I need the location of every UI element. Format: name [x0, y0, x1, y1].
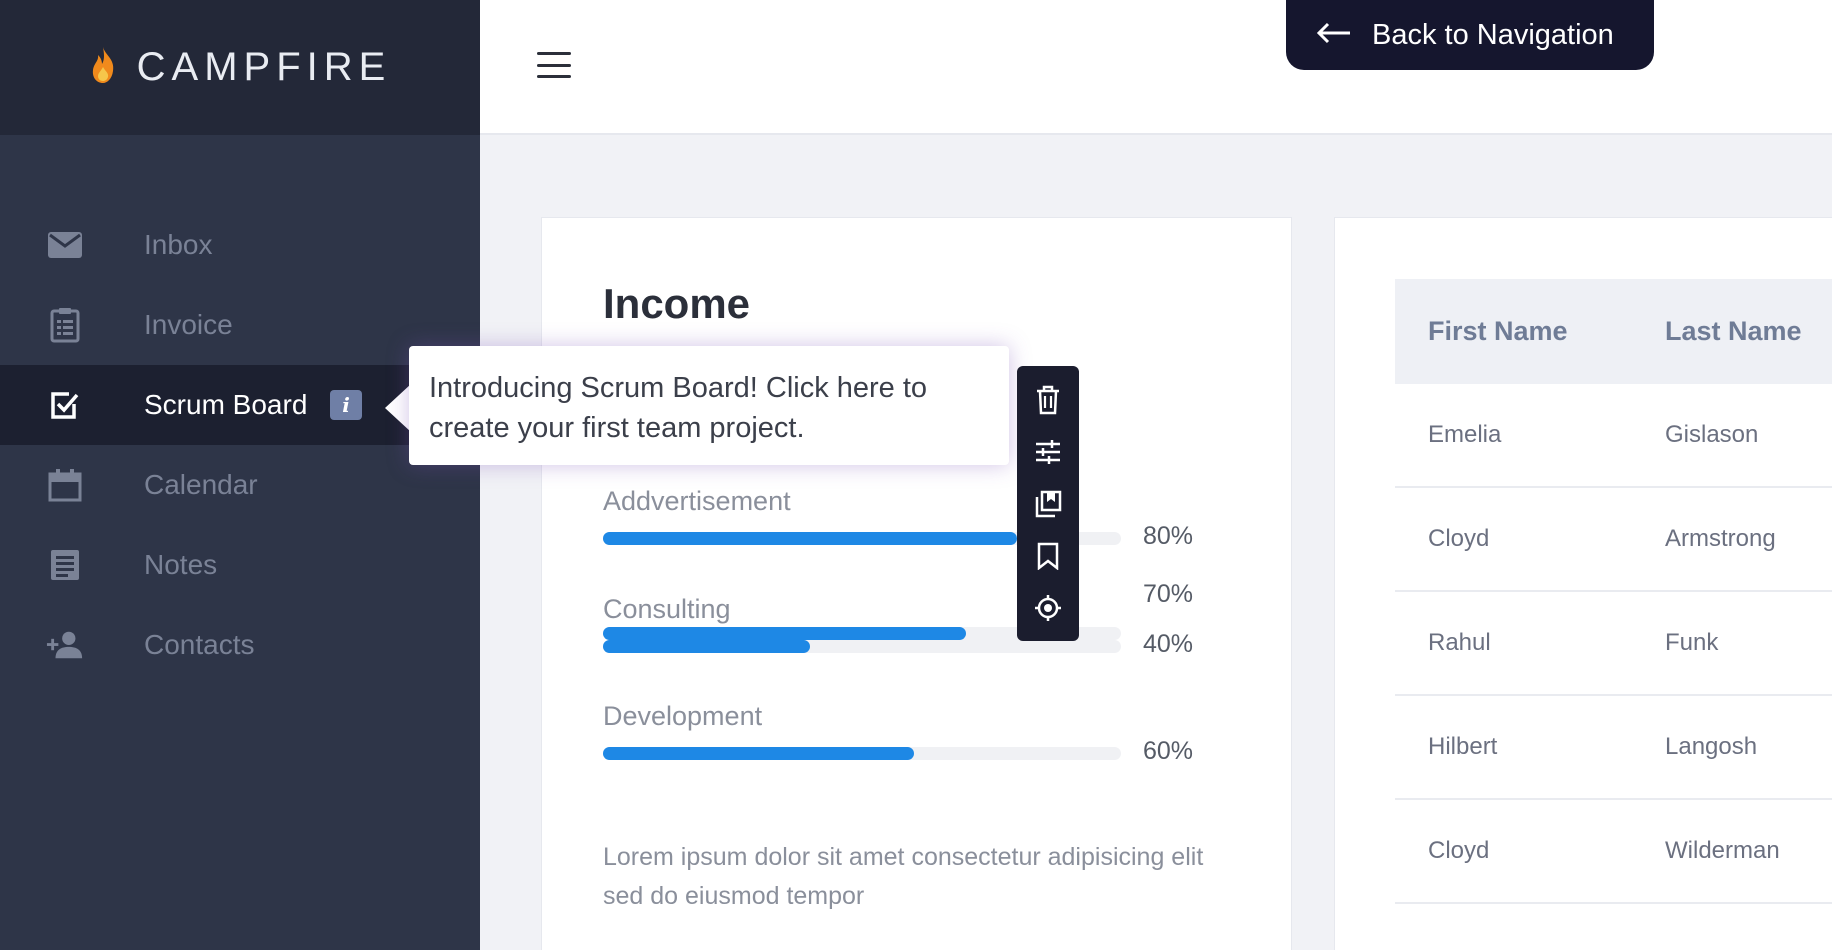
tooltip-arrow	[385, 384, 411, 432]
bookmark-icon[interactable]	[1030, 538, 1066, 574]
sidebar: CAMPFIRE Inbox Invoice Scrum Board i Cal…	[0, 0, 480, 950]
cell-last-name: Armstrong	[1665, 525, 1776, 552]
table-row[interactable]: Emelia Gislason	[1395, 384, 1832, 488]
progress-fill	[603, 627, 966, 640]
table-header: First Name Last Name	[1395, 279, 1832, 384]
progress-fill	[603, 532, 1018, 545]
flame-icon	[89, 45, 117, 90]
checkbox-icon	[46, 386, 84, 424]
add-person-icon	[46, 626, 84, 664]
top-bar: Back to Navigation	[480, 0, 1832, 135]
progress-track	[603, 747, 1121, 760]
brand-header: CAMPFIRE	[0, 0, 480, 135]
bar-percent: 40%	[1143, 630, 1194, 658]
cell-first-name: Cloyd	[1428, 525, 1490, 552]
income-description: Lorem ipsum dolor sit amet consectetur a…	[603, 843, 1204, 910]
bar-percent: 80%	[1143, 522, 1194, 550]
sidebar-item-label: Notes	[144, 549, 218, 580]
scrum-board-tooltip[interactable]: Introducing Scrum Board! Click here to c…	[409, 346, 1009, 465]
progress-fill	[603, 747, 914, 760]
hamburger-icon[interactable]	[537, 52, 571, 78]
sidebar-item-label: Scrum Board	[144, 389, 308, 420]
back-button-label: Back to Navigation	[1372, 18, 1614, 51]
progress-track	[603, 640, 1121, 653]
table-row[interactable]: Cloyd Wilderman	[1395, 800, 1832, 904]
sidebar-item-contacts[interactable]: Contacts	[0, 605, 480, 685]
contacts-table-card: First Name Last Name Emelia Gislason Clo…	[1334, 217, 1832, 950]
column-header-last-name[interactable]: Last Name	[1665, 316, 1802, 347]
cell-first-name: Hilbert	[1428, 733, 1498, 760]
table-row[interactable]: Hilbert Langosh	[1395, 696, 1832, 800]
back-to-navigation-button[interactable]: Back to Navigation	[1286, 0, 1654, 70]
sidebar-item-notes[interactable]: Notes	[0, 525, 480, 605]
sidebar-item-inbox[interactable]: Inbox	[0, 205, 480, 285]
arrow-left-icon	[1316, 19, 1352, 52]
trash-icon[interactable]	[1030, 382, 1066, 418]
sidebar-item-calendar[interactable]: Calendar	[0, 445, 480, 525]
cell-first-name: Rahul	[1428, 629, 1491, 656]
sidebar-item-label: Invoice	[144, 309, 233, 340]
bar-percent: 70%	[1143, 580, 1194, 608]
sidebar-item-invoice[interactable]: Invoice	[0, 285, 480, 365]
sliders-icon[interactable]	[1030, 434, 1066, 470]
cell-last-name: Gislason	[1665, 421, 1759, 448]
bar-label: Consulting	[603, 594, 731, 624]
contacts-table: First Name Last Name Emelia Gislason Clo…	[1395, 279, 1832, 904]
table-row[interactable]: Cloyd Armstrong	[1395, 488, 1832, 592]
floating-toolbar	[1017, 366, 1079, 641]
target-icon[interactable]	[1030, 590, 1066, 626]
clipboard-icon	[46, 306, 84, 344]
brand-name: CAMPFIRE	[136, 45, 392, 89]
progress-fill	[603, 640, 811, 653]
brand-logo[interactable]: CAMPFIRE	[89, 45, 392, 90]
income-title: Income	[603, 280, 751, 327]
mail-icon	[46, 226, 84, 264]
cell-first-name: Emelia	[1428, 421, 1502, 448]
sidebar-item-label: Contacts	[144, 629, 255, 660]
table-row[interactable]: Rahul Funk	[1395, 592, 1832, 696]
notes-icon	[46, 546, 84, 584]
cell-last-name: Funk	[1665, 629, 1719, 656]
column-header-first-name[interactable]: First Name	[1428, 316, 1568, 347]
sidebar-item-label: Calendar	[144, 469, 258, 500]
sidebar-item-label: Inbox	[144, 229, 213, 260]
bar-label: Addvertisement	[603, 486, 791, 516]
bar-label: Development	[603, 701, 763, 731]
sidebar-nav: Inbox Invoice Scrum Board i Calendar Not…	[0, 205, 480, 685]
income-card: Income 70% Addvertisement 80% Consulting…	[541, 217, 1292, 950]
cell-first-name: Cloyd	[1428, 837, 1490, 864]
info-badge-icon[interactable]: i	[330, 390, 362, 420]
copy-icon[interactable]	[1030, 486, 1066, 522]
calendar-icon	[46, 466, 84, 504]
cell-last-name: Langosh	[1665, 733, 1758, 760]
cell-last-name: Wilderman	[1665, 837, 1780, 864]
bar-percent: 60%	[1143, 737, 1194, 765]
